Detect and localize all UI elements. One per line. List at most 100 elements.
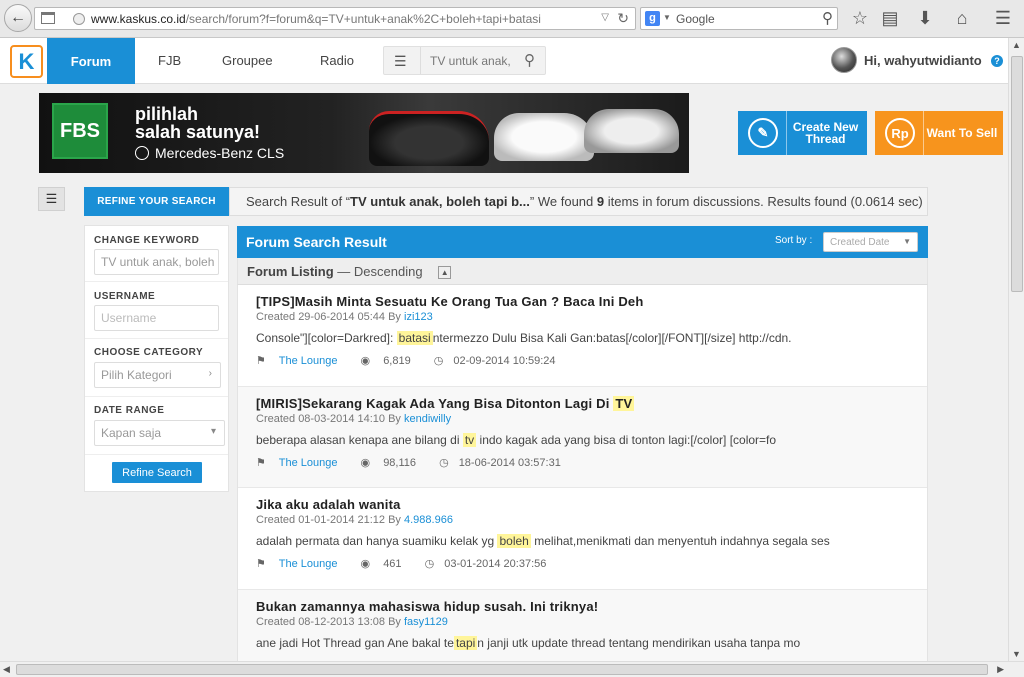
snippet-pre: adalah permata dan hanya suamiku kelak y… bbox=[256, 534, 498, 548]
category-label: CHOOSE CATEGORY bbox=[94, 347, 204, 358]
views-count: ◉ 6,819 bbox=[361, 355, 421, 367]
created-text: Created 08-03-2014 14:10 By bbox=[256, 412, 404, 425]
menu-icon[interactable]: ☰ bbox=[991, 6, 1015, 30]
author-link[interactable]: kendiwilly bbox=[404, 413, 451, 425]
last-post: ◷ 03-01-2014 20:37:56 bbox=[425, 558, 557, 570]
vertical-scrollbar[interactable]: ▲ ▼ bbox=[1008, 38, 1024, 661]
thread-title[interactable]: Jika aku adalah wanita bbox=[256, 497, 927, 512]
banner-brand-text: Mercedes-Benz CLS bbox=[155, 145, 285, 161]
home-icon[interactable]: ⌂ bbox=[950, 6, 974, 30]
sort-select[interactable]: Created Date ▼ bbox=[823, 232, 918, 252]
nav-search-box[interactable]: ☰ TV untuk anak, ⚲ bbox=[383, 46, 546, 75]
bookmarks-list-icon[interactable]: ▤ bbox=[878, 6, 902, 30]
snippet-post: n janji utk update thread tentang mendir… bbox=[477, 635, 801, 650]
snippet-pre: ane jadi Hot Thread gan Ane bakal te bbox=[256, 635, 454, 650]
nav-groupee[interactable]: Groupee bbox=[222, 38, 273, 84]
thread-meta: Created 29-06-2014 05:44 By izi123 bbox=[256, 311, 927, 323]
eye-icon: ◉ bbox=[360, 558, 371, 570]
keyword-input[interactable]: TV untuk anak, boleh bbox=[94, 249, 219, 275]
created-text: Created 08-12-2013 13:08 By bbox=[256, 615, 404, 628]
author-link[interactable]: izi123 bbox=[404, 311, 433, 323]
thread-title-text: Bukan zamannya mahasiswa hidup susah. In… bbox=[256, 598, 599, 614]
create-thread-button[interactable]: ✎ Create New Thread bbox=[738, 111, 867, 155]
search-icon[interactable]: ⚲ bbox=[822, 9, 833, 27]
category-group: CHOOSE CATEGORY Pilih Kategori › bbox=[85, 339, 228, 397]
avatar[interactable] bbox=[831, 47, 857, 73]
summary-suffix: items in forum discussions. Results foun… bbox=[604, 194, 923, 209]
thread-title[interactable]: [MIRIS]Sekarang Kagak Ada Yang Bisa Dito… bbox=[256, 395, 927, 411]
snippet-post: melihat,menikmati dan menyentuh indahnya… bbox=[530, 534, 830, 548]
scroll-down-icon[interactable]: ▼ bbox=[1012, 649, 1021, 659]
thread-stats: ⚑ The Lounge ◉ 98,116 ◷ 18-06-2014 03:57:… bbox=[256, 456, 927, 469]
forum-tag[interactable]: ⚑ The Lounge bbox=[256, 355, 347, 367]
want-to-sell-label: Want To Sell bbox=[926, 126, 998, 140]
thread-title[interactable]: Bukan zamannya mahasiswa hidup susah. In… bbox=[256, 599, 927, 614]
downloads-icon[interactable]: ⬇ bbox=[913, 6, 937, 30]
ad-banner[interactable]: FBS pilihlah salah satunya! Mercedes-Ben… bbox=[39, 93, 689, 173]
thread-snippet: ane jadi Hot Thread gan Ane bakal te tapi… bbox=[256, 635, 927, 650]
collapse-icon[interactable]: ▲ bbox=[438, 266, 452, 279]
car-image bbox=[584, 109, 679, 153]
nav-search-input[interactable]: TV untuk anak, bbox=[430, 54, 511, 68]
back-arrow-icon[interactable]: ← bbox=[4, 4, 32, 32]
scrollbar-thumb[interactable] bbox=[16, 664, 988, 675]
nav-fjb[interactable]: FJB bbox=[158, 38, 181, 84]
scroll-left-icon[interactable]: ◀ bbox=[3, 664, 10, 675]
created-text: Created 29-06-2014 05:44 By bbox=[256, 311, 404, 323]
date-range-select[interactable]: Kapan saja ▾ bbox=[94, 420, 225, 446]
snippet-post: ntermezzo Dulu Bisa Kali Gan:batas[/colo… bbox=[432, 331, 792, 345]
forum-tag[interactable]: ⚑ The Lounge bbox=[256, 457, 347, 469]
tab-groups-icon[interactable] bbox=[41, 12, 55, 24]
refine-search-tab[interactable]: REFINE YOUR SEARCH bbox=[84, 187, 229, 216]
forum-name: The Lounge bbox=[278, 355, 338, 367]
author-link[interactable]: 4.988.966 bbox=[404, 514, 453, 526]
url-text[interactable]: www.kaskus.co.id/search/forum?f=forum&q=… bbox=[91, 12, 541, 26]
results-header: Forum Search Result Sort by : Created Da… bbox=[237, 226, 928, 258]
url-bar[interactable]: www.kaskus.co.id/search/forum?f=forum&q=… bbox=[34, 7, 636, 30]
scrollbar-thumb[interactable] bbox=[1011, 56, 1023, 292]
browser-search-bar[interactable]: g ▼ Google ⚲ bbox=[640, 7, 838, 30]
reload-icon[interactable]: ↻ bbox=[617, 10, 629, 27]
username-input[interactable]: Username bbox=[94, 305, 219, 331]
horizontal-scrollbar[interactable]: ◀ ▶ bbox=[0, 661, 1024, 677]
user-greeting[interactable]: Hi, wahyutwidianto bbox=[864, 53, 982, 68]
engine-dropdown-icon[interactable]: ▼ bbox=[663, 13, 671, 22]
scroll-right-icon[interactable]: ▶ bbox=[997, 664, 1004, 675]
nav-radio[interactable]: Radio bbox=[320, 38, 354, 84]
list-item: [TIPS]Masih Minta Sesuatu Ke Orang Tua G… bbox=[238, 285, 927, 387]
browser-toolbar: ← www.kaskus.co.id/search/forum?f=forum&… bbox=[0, 0, 1024, 38]
thread-snippet: adalah permata dan hanya suamiku kelak y… bbox=[256, 534, 927, 548]
want-to-sell-button[interactable]: Rp Want To Sell bbox=[875, 111, 1003, 155]
category-select[interactable]: Pilih Kategori › bbox=[94, 362, 221, 388]
views-value: 461 bbox=[383, 558, 402, 570]
chevron-down-icon: ▾ bbox=[210, 426, 216, 437]
help-icon[interactable]: ? bbox=[991, 55, 1003, 67]
search-icon[interactable]: ⚲ bbox=[524, 51, 535, 69]
site-identity-icon[interactable] bbox=[73, 13, 85, 25]
kaskus-logo[interactable]: K bbox=[10, 45, 43, 78]
refine-search-panel: CHANGE KEYWORD TV untuk anak, boleh USER… bbox=[84, 225, 229, 492]
scroll-up-icon[interactable]: ▲ bbox=[1012, 40, 1021, 50]
search-engine-placeholder: Google bbox=[676, 12, 715, 26]
forum-tag[interactable]: ⚑ The Lounge bbox=[256, 558, 347, 570]
nav-forum[interactable]: Forum bbox=[47, 38, 135, 84]
author-link[interactable]: fasy1129 bbox=[404, 616, 448, 628]
category-select-value: Pilih Kategori bbox=[101, 368, 172, 382]
username-group: USERNAME Username bbox=[85, 282, 228, 339]
keyword-group: CHANGE KEYWORD TV untuk anak, boleh bbox=[85, 226, 228, 282]
last-post-value: 02-09-2014 10:59:24 bbox=[453, 355, 556, 367]
summary-prefix: Search Result of “ bbox=[246, 194, 351, 209]
refine-search-button[interactable]: Refine Search bbox=[112, 462, 202, 483]
bookmark-star-icon[interactable]: ☆ bbox=[848, 6, 872, 30]
thread-title[interactable]: [TIPS]Masih Minta Sesuatu Ke Orang Tua G… bbox=[256, 294, 927, 309]
last-post: ◷ 18-06-2014 03:57:31 bbox=[439, 457, 571, 469]
sidebar-toggle-icon[interactable]: ☰ bbox=[38, 187, 65, 211]
title-highlight: TV bbox=[613, 395, 635, 411]
google-icon[interactable]: g bbox=[645, 11, 660, 26]
thread-meta: Created 08-12-2013 13:08 By fasy1129 bbox=[256, 616, 927, 628]
search-scope-icon[interactable]: ☰ bbox=[394, 53, 407, 70]
history-dropdown-icon[interactable]: ▽ bbox=[601, 12, 609, 23]
thread-title-text: [MIRIS]Sekarang Kagak Ada Yang Bisa Dito… bbox=[256, 395, 614, 411]
summary-query: TV untuk anak, boleh tapi b... bbox=[350, 194, 530, 209]
summary-middle: ” We found bbox=[529, 194, 597, 209]
